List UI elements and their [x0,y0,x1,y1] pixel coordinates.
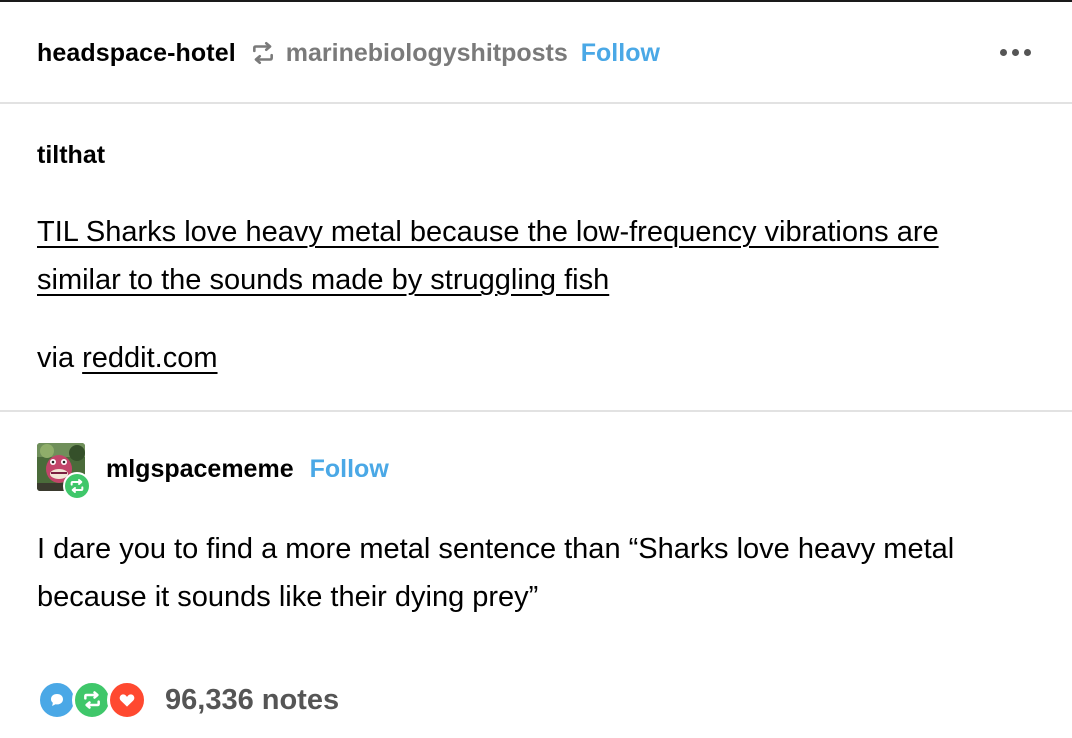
more-dot [1024,48,1031,56]
follow-button[interactable]: Follow [581,39,660,68]
reblog-badge-icon [63,472,91,500]
reply-follow-button[interactable]: Follow [310,455,389,484]
til-article-link[interactable]: TIL Sharks love heavy metal because the … [37,208,1027,304]
reblog-icon [252,41,273,65]
more-dot [1000,48,1007,56]
reply-author[interactable]: mlgspacememe [106,455,294,484]
notes-icons[interactable] [37,680,149,720]
reply-text: I dare you to find a more metal sentence… [37,533,955,613]
reblogger-username[interactable]: headspace-hotel [37,39,236,68]
comment-icon [37,680,77,720]
source-blog-name[interactable]: marinebiologyshitposts [286,39,568,68]
more-dot [1012,48,1019,56]
heart-icon [107,680,147,720]
notes-count[interactable]: 96,336 notes [165,684,339,717]
via-line: via reddit.com [37,336,218,380]
via-source-link[interactable]: reddit.com [82,342,217,374]
reblog-notes-icon [72,680,112,720]
reply-header: mlgspacememe Follow [106,451,389,487]
original-author[interactable]: tilthat [37,141,105,170]
content-divider [0,410,1072,412]
window-top-border [0,0,1072,2]
more-options-icon[interactable] [1000,40,1040,64]
header-divider [0,102,1072,104]
notes-bar: 96,336 notes [37,676,339,724]
post-header: headspace-hotel marinebiologyshitposts F… [37,36,660,70]
via-prefix: via [37,342,75,374]
